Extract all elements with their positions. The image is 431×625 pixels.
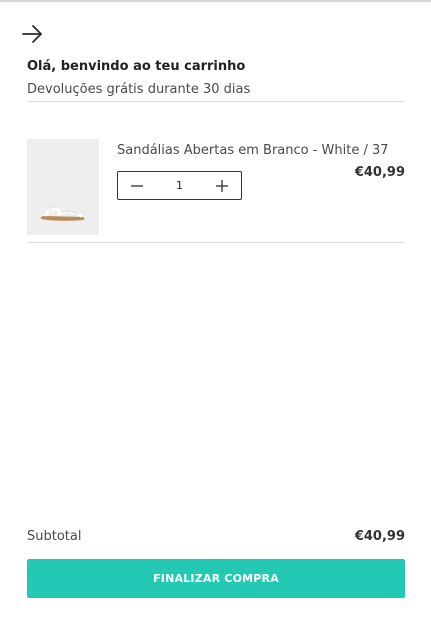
minus-icon — [131, 184, 143, 187]
item-divider — [27, 242, 405, 243]
increase-quantity-button[interactable] — [203, 172, 241, 199]
quantity-value[interactable]: 1 — [156, 179, 203, 192]
top-divider — [0, 0, 431, 2]
arrow-right-icon[interactable] — [20, 22, 46, 46]
free-returns-note: Devoluções grátis durante 30 dias — [27, 82, 251, 97]
plus-icon — [216, 179, 228, 192]
header-divider — [27, 101, 405, 102]
product-thumbnail[interactable] — [27, 139, 99, 235]
subtotal-label: Subtotal — [27, 529, 82, 544]
decrease-quantity-button[interactable] — [118, 172, 156, 199]
subtotal-value: €40,99 — [354, 529, 405, 544]
quantity-stepper: 1 — [117, 171, 242, 200]
checkout-button[interactable]: FINALIZAR COMPRA — [27, 559, 405, 598]
cart-panel: Olá, benvindo ao teu carrinho Devoluções… — [0, 0, 431, 625]
product-price: €40,99 — [354, 165, 405, 180]
cart-greeting: Olá, benvindo ao teu carrinho — [27, 59, 246, 74]
product-name[interactable]: Sandálias Abertas em Branco - White / 37 — [117, 143, 389, 158]
